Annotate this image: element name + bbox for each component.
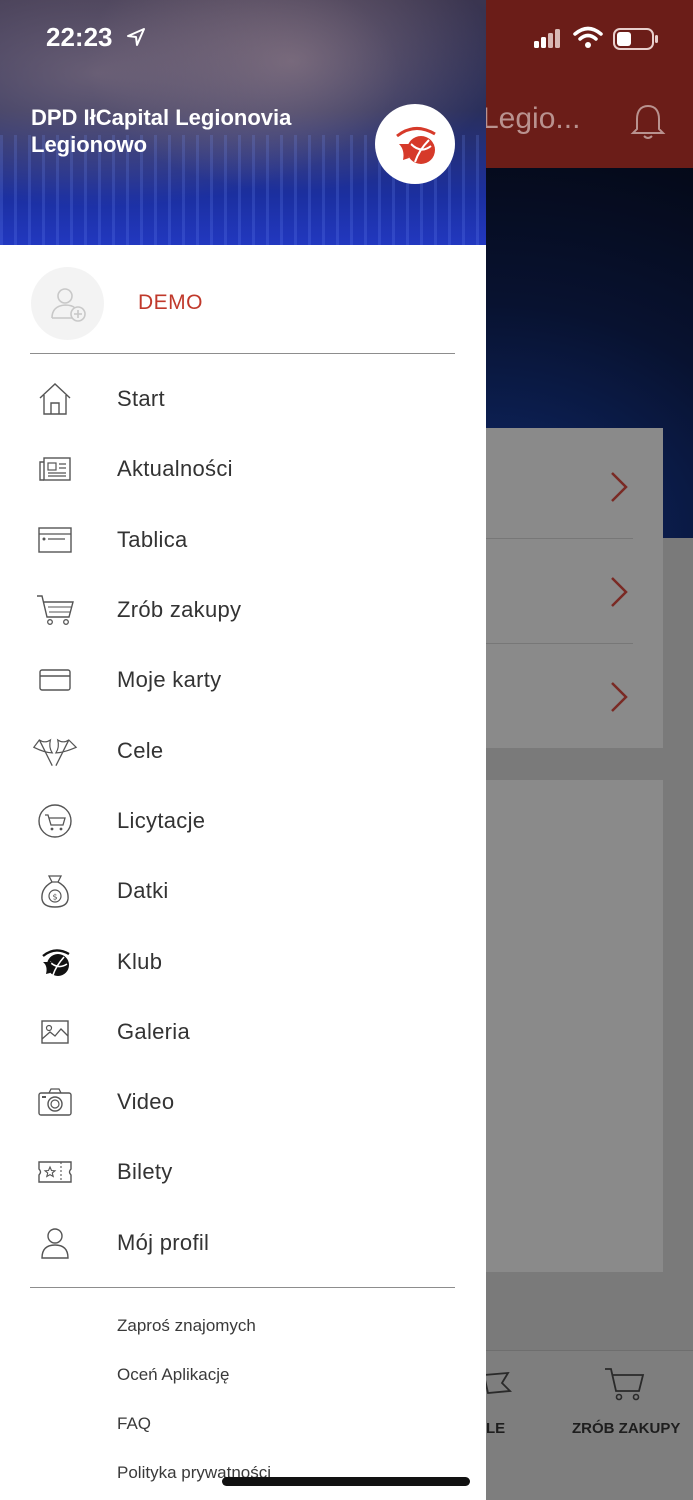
menu-item-label: Bilety (117, 1159, 173, 1185)
wifi-icon (573, 26, 603, 48)
user-icon (41, 1228, 69, 1259)
cellular-signal-icon (534, 29, 560, 48)
cart-icon (37, 595, 74, 625)
chevron-right-icon[interactable] (606, 470, 632, 504)
camera-icon (38, 1088, 72, 1116)
legionovia-logo-icon (396, 127, 436, 164)
battery-icon (613, 28, 658, 50)
avatar[interactable] (31, 267, 104, 340)
status-time: 22:23 (46, 22, 113, 52)
menu-item-label: Cele (117, 737, 164, 763)
link-list-card (470, 428, 663, 748)
menu-item-galeria[interactable]: Galeria (0, 997, 486, 1067)
menu-item-bilety[interactable]: Bilety (0, 1137, 486, 1207)
rate-app-link[interactable]: Oceń Aplikację (117, 1354, 271, 1403)
club-logo[interactable] (375, 104, 455, 184)
home-icon (39, 383, 71, 415)
menu-item-label: Klub (117, 948, 163, 974)
chevron-right-icon[interactable] (606, 680, 632, 714)
tab-cele-label[interactable]: LE (486, 1420, 505, 1437)
svg-text:$: $ (52, 893, 57, 902)
menu-item-label: Zrób zakupy (117, 597, 242, 623)
menu-item-label: Mój profil (117, 1229, 210, 1255)
flags-icon (32, 738, 78, 766)
app-header-title: Legio... (482, 102, 581, 135)
newspaper-icon (39, 457, 71, 482)
board-icon (38, 527, 72, 553)
menu-item-label: Datki (117, 878, 169, 904)
cart-icon (605, 1368, 645, 1401)
profile-row[interactable]: DEMO (0, 245, 486, 353)
secondary-menu: Zaproś znajomych Oceń Aplikację FAQ Poli… (117, 1305, 271, 1500)
menu-item-moj-profil[interactable]: Mój profil (0, 1208, 486, 1278)
menu-item-start[interactable]: Start (0, 364, 486, 434)
chevron-right-icon[interactable] (606, 575, 632, 609)
divider (30, 1287, 455, 1288)
menu-item-label: Aktualności (117, 456, 233, 482)
drawer-header: 22:23 DPD IłCapital Legionovia Legionowo (0, 0, 486, 245)
divider (30, 353, 455, 354)
menu-item-cele[interactable]: Cele (0, 715, 486, 785)
auction-cart-icon (38, 804, 72, 838)
menu-item-label: Tablica (117, 526, 188, 552)
club-name: DPD IłCapital Legionovia Legionowo (31, 105, 292, 157)
menu-item-label: Licytacje (117, 807, 206, 833)
menu-item-tablica[interactable]: Tablica (0, 505, 486, 575)
invite-friends-link[interactable]: Zaproś znajomych (117, 1305, 271, 1354)
menu-item-datki[interactable]: $ Datki (0, 856, 486, 926)
home-indicator (222, 1477, 470, 1486)
card-icon (39, 669, 71, 692)
navigation-drawer: 22:23 DPD IłCapital Legionovia Legionowo (0, 0, 486, 1500)
menu-item-aktualnosci[interactable]: Aktualności (0, 434, 486, 504)
profile-name[interactable]: DEMO (138, 291, 203, 315)
menu-item-label: Moje karty (117, 667, 222, 693)
bell-icon[interactable] (630, 102, 666, 142)
menu-item-klub[interactable]: Klub (0, 926, 486, 996)
image-icon (41, 1020, 69, 1044)
menu-item-label: Galeria (117, 1018, 191, 1044)
menu-item-zrob-zakupy[interactable]: Zrób zakupy (0, 575, 486, 645)
add-user-icon (50, 287, 86, 322)
menu-item-label: Start (117, 386, 165, 412)
privacy-policy-link[interactable]: Polityka prywatności (117, 1452, 271, 1500)
menu-item-video[interactable]: Video (0, 1067, 486, 1137)
drawer-menu: Start Aktualności Tablica Zrób zakupy Mo… (0, 364, 486, 1278)
menu-item-licytacje[interactable]: Licytacje (0, 786, 486, 856)
tab-shop-label[interactable]: ZRÓB ZAKUPY (572, 1420, 680, 1437)
menu-item-label: Video (117, 1089, 175, 1115)
club-logo-icon (42, 948, 70, 976)
location-arrow-icon (127, 28, 145, 46)
money-bag-icon: $ (41, 875, 69, 908)
faq-link[interactable]: FAQ (117, 1403, 271, 1452)
ticket-icon (38, 1161, 72, 1184)
menu-item-moje-karty[interactable]: Moje karty (0, 645, 486, 715)
content-card (470, 780, 663, 1272)
